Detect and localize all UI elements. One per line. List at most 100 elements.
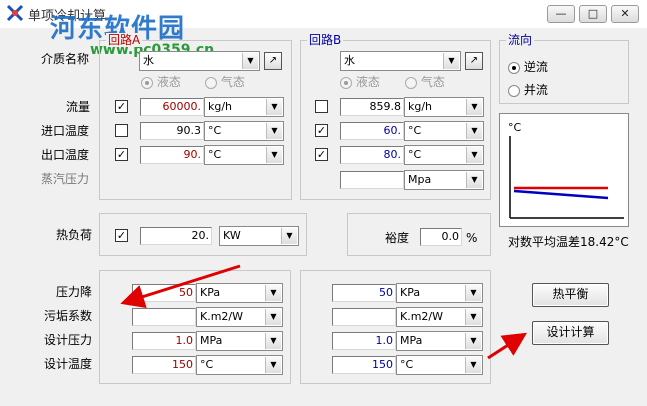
circuit-b-flow-input[interactable]: 859.8 <box>340 98 404 116</box>
medium-label: 介质名称 <box>41 52 90 66</box>
chevron-down-icon[interactable]: ▼ <box>265 309 281 325</box>
temperature-plot: °C <box>499 113 629 227</box>
circuit-b-outlet-checkbox[interactable]: ✓ <box>315 148 328 161</box>
arrow-up-right-icon: ↗ <box>268 55 278 66</box>
steam-pressure-label: 蒸汽压力 <box>41 172 90 186</box>
heat-load-unit-select[interactable]: KW ▼ <box>219 226 299 246</box>
chevron-down-icon[interactable]: ▼ <box>266 147 282 163</box>
circuit-b-design-temp-input[interactable]: 150 <box>332 356 396 374</box>
circuit-b-inlet-checkbox[interactable]: ✓ <box>315 124 328 137</box>
circuit-a-pressure-drop-unit-select[interactable]: KPa ▼ <box>196 283 283 303</box>
chevron-down-icon[interactable]: ▼ <box>465 285 481 301</box>
flow-label: 流量 <box>66 100 91 114</box>
circuit-b-pressure-drop-input[interactable]: 50 <box>332 284 396 302</box>
circuit-a-fouling-input[interactable] <box>132 308 196 326</box>
circuit-b-design-pressure-input[interactable]: 1.0 <box>332 332 396 350</box>
circuit-b-medium-pick-button[interactable]: ↗ <box>465 52 483 70</box>
circuit-b-fouling-input[interactable] <box>332 308 396 326</box>
circuit-a-flow-checkbox[interactable]: ✓ <box>115 100 128 113</box>
circuit-b-steam-unit-select[interactable]: Mpa ▼ <box>404 170 484 190</box>
chevron-down-icon[interactable]: ▼ <box>443 53 459 69</box>
circuit-a-inlet-input[interactable]: 90.3 <box>140 122 204 140</box>
radio-icon <box>508 61 520 74</box>
chevron-down-icon[interactable]: ▼ <box>266 123 282 139</box>
circuit-b-title: 回路B <box>307 33 344 47</box>
circuit-a-design-pressure-unit-select[interactable]: MPa ▼ <box>196 331 283 351</box>
radio-icon <box>405 76 417 89</box>
circuit-a-radio-gas[interactable]: 气态 <box>205 75 245 89</box>
circuit-b-steam-input[interactable] <box>340 171 404 189</box>
circuit-a-radio-liquid[interactable]: 液态 <box>141 75 181 89</box>
maximize-button[interactable]: □ <box>579 5 607 23</box>
plot-unit-label: °C <box>508 121 522 134</box>
circuit-b-pressure-drop-unit-select[interactable]: KPa ▼ <box>396 283 483 303</box>
circuit-a-outlet-checkbox[interactable]: ✓ <box>115 148 128 161</box>
heat-load-checkbox[interactable]: ✓ <box>115 229 128 242</box>
chevron-down-icon[interactable]: ▼ <box>465 357 481 373</box>
circuit-b-design-temp-unit-select[interactable]: °C ▼ <box>396 355 483 375</box>
lmtd-caption: 对数平均温差18.42°C <box>508 235 629 249</box>
pressure-drop-label: 压力降 <box>56 285 93 299</box>
circuit-b-flow-unit-select[interactable]: kg/h ▼ <box>404 97 484 117</box>
circuit-a-flow-input[interactable]: 60000. <box>140 98 204 116</box>
circuit-b-flow-checkbox[interactable] <box>315 100 328 113</box>
maximize-icon: □ <box>587 7 599 20</box>
chevron-down-icon[interactable]: ▼ <box>242 53 258 69</box>
design-calc-button[interactable]: 设计计算 <box>532 321 609 345</box>
chevron-down-icon[interactable]: ▼ <box>465 333 481 349</box>
circuit-a-outlet-unit-select[interactable]: °C ▼ <box>204 145 284 165</box>
chevron-down-icon[interactable]: ▼ <box>266 99 282 115</box>
circuit-a-inlet-checkbox[interactable] <box>115 124 128 137</box>
circuit-b-radio-liquid[interactable]: 液态 <box>340 75 380 89</box>
temperature-plot-svg: °C <box>508 121 624 219</box>
circuit-a-medium-select[interactable]: 水 ▼ <box>139 51 260 71</box>
fouling-label: 污垢系数 <box>44 309 93 323</box>
circuit-b-radio-gas[interactable]: 气态 <box>405 75 445 89</box>
circuit-a-design-temp-unit-select[interactable]: °C ▼ <box>196 355 283 375</box>
chevron-down-icon[interactable]: ▼ <box>465 309 481 325</box>
margin-unit: % <box>466 231 478 245</box>
circuit-b-outlet-unit-select[interactable]: °C ▼ <box>404 145 484 165</box>
chevron-down-icon[interactable]: ▼ <box>265 333 281 349</box>
circuit-a-fouling-unit-select[interactable]: K.m2/W ▼ <box>196 307 283 327</box>
circuit-b-inlet-input[interactable]: 60. <box>340 122 404 140</box>
circuit-b-outlet-input[interactable]: 80. <box>340 146 404 164</box>
radio-icon <box>508 84 520 97</box>
circuit-a-medium-value: 水 <box>143 54 154 67</box>
circuit-a-inlet-unit-select[interactable]: °C ▼ <box>204 121 284 141</box>
circuit-a-design-temp-input[interactable]: 150 <box>132 356 196 374</box>
chevron-down-icon[interactable]: ▼ <box>466 147 482 163</box>
radio-icon <box>141 76 153 89</box>
chevron-down-icon[interactable]: ▼ <box>466 172 482 188</box>
heat-balance-button[interactable]: 热平衡 <box>532 283 609 307</box>
close-button[interactable]: ✕ <box>611 5 639 23</box>
chevron-down-icon[interactable]: ▼ <box>265 285 281 301</box>
margin-input[interactable]: 0.0 <box>420 228 462 246</box>
circuit-a-pressure-drop-input[interactable]: 50 <box>132 284 196 302</box>
design-pressure-label: 设计压力 <box>44 333 93 347</box>
chevron-down-icon[interactable]: ▼ <box>265 357 281 373</box>
minimize-button[interactable]: — <box>547 5 575 23</box>
circuit-b-design-pressure-unit-select[interactable]: MPa ▼ <box>396 331 483 351</box>
chevron-down-icon[interactable]: ▼ <box>466 99 482 115</box>
radio-parallelflow[interactable]: 并流 <box>508 83 548 97</box>
chevron-down-icon[interactable]: ▼ <box>281 228 297 244</box>
radio-icon <box>340 76 352 89</box>
circuit-b-medium-select[interactable]: 水 ▼ <box>340 51 461 71</box>
circuit-b-inlet-unit-select[interactable]: °C ▼ <box>404 121 484 141</box>
cold-stream-line <box>513 189 609 200</box>
circuit-a-medium-pick-button[interactable]: ↗ <box>264 52 282 70</box>
margin-label: 裕度 <box>385 231 410 245</box>
radio-counterflow[interactable]: 逆流 <box>508 60 548 74</box>
outlet-temp-label: 出口温度 <box>41 148 90 162</box>
circuit-a-outlet-input[interactable]: 90. <box>140 146 204 164</box>
circuit-a-design-pressure-input[interactable]: 1.0 <box>132 332 196 350</box>
chevron-down-icon[interactable]: ▼ <box>466 123 482 139</box>
radio-icon <box>205 76 217 89</box>
heat-load-label: 热负荷 <box>56 228 93 242</box>
circuit-b-fouling-unit-select[interactable]: K.m2/W ▼ <box>396 307 483 327</box>
circuit-a-flow-unit-select[interactable]: kg/h ▼ <box>204 97 284 117</box>
heat-load-input[interactable]: 20. <box>140 227 212 245</box>
minimize-icon: — <box>555 7 567 20</box>
app-window: 单项冷却计算 河东软件园 www.pc0359.cn — □ ✕ 回路A 介质名… <box>0 0 647 406</box>
